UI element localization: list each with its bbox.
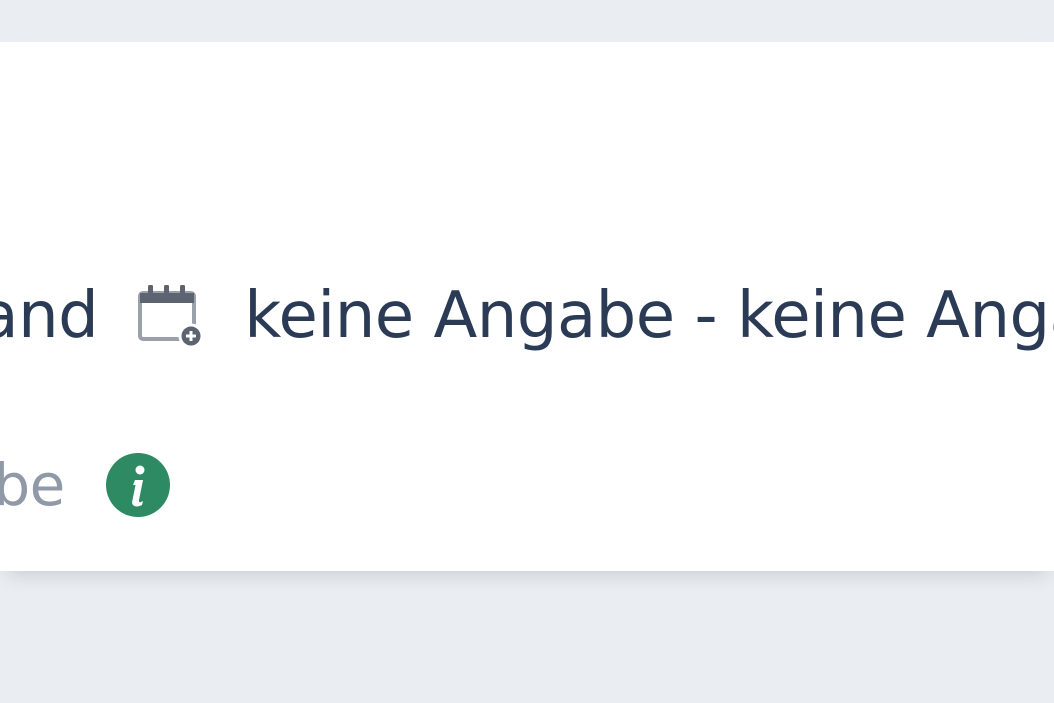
page: hland keine Angabe - keine Ang: [0, 0, 1054, 703]
event-card: hland keine Angabe - keine Ang: [0, 42, 1054, 571]
event-date-range: keine Angabe - keine Angabe: [244, 279, 1054, 353]
event-meta-row: hland keine Angabe - keine Ang: [0, 274, 1054, 358]
event-info-row: gabe: [0, 447, 171, 523]
calendar-add-icon: [136, 283, 206, 349]
event-location: hland: [0, 279, 99, 353]
event-info-text: gabe: [0, 451, 65, 519]
info-icon[interactable]: [105, 452, 171, 518]
